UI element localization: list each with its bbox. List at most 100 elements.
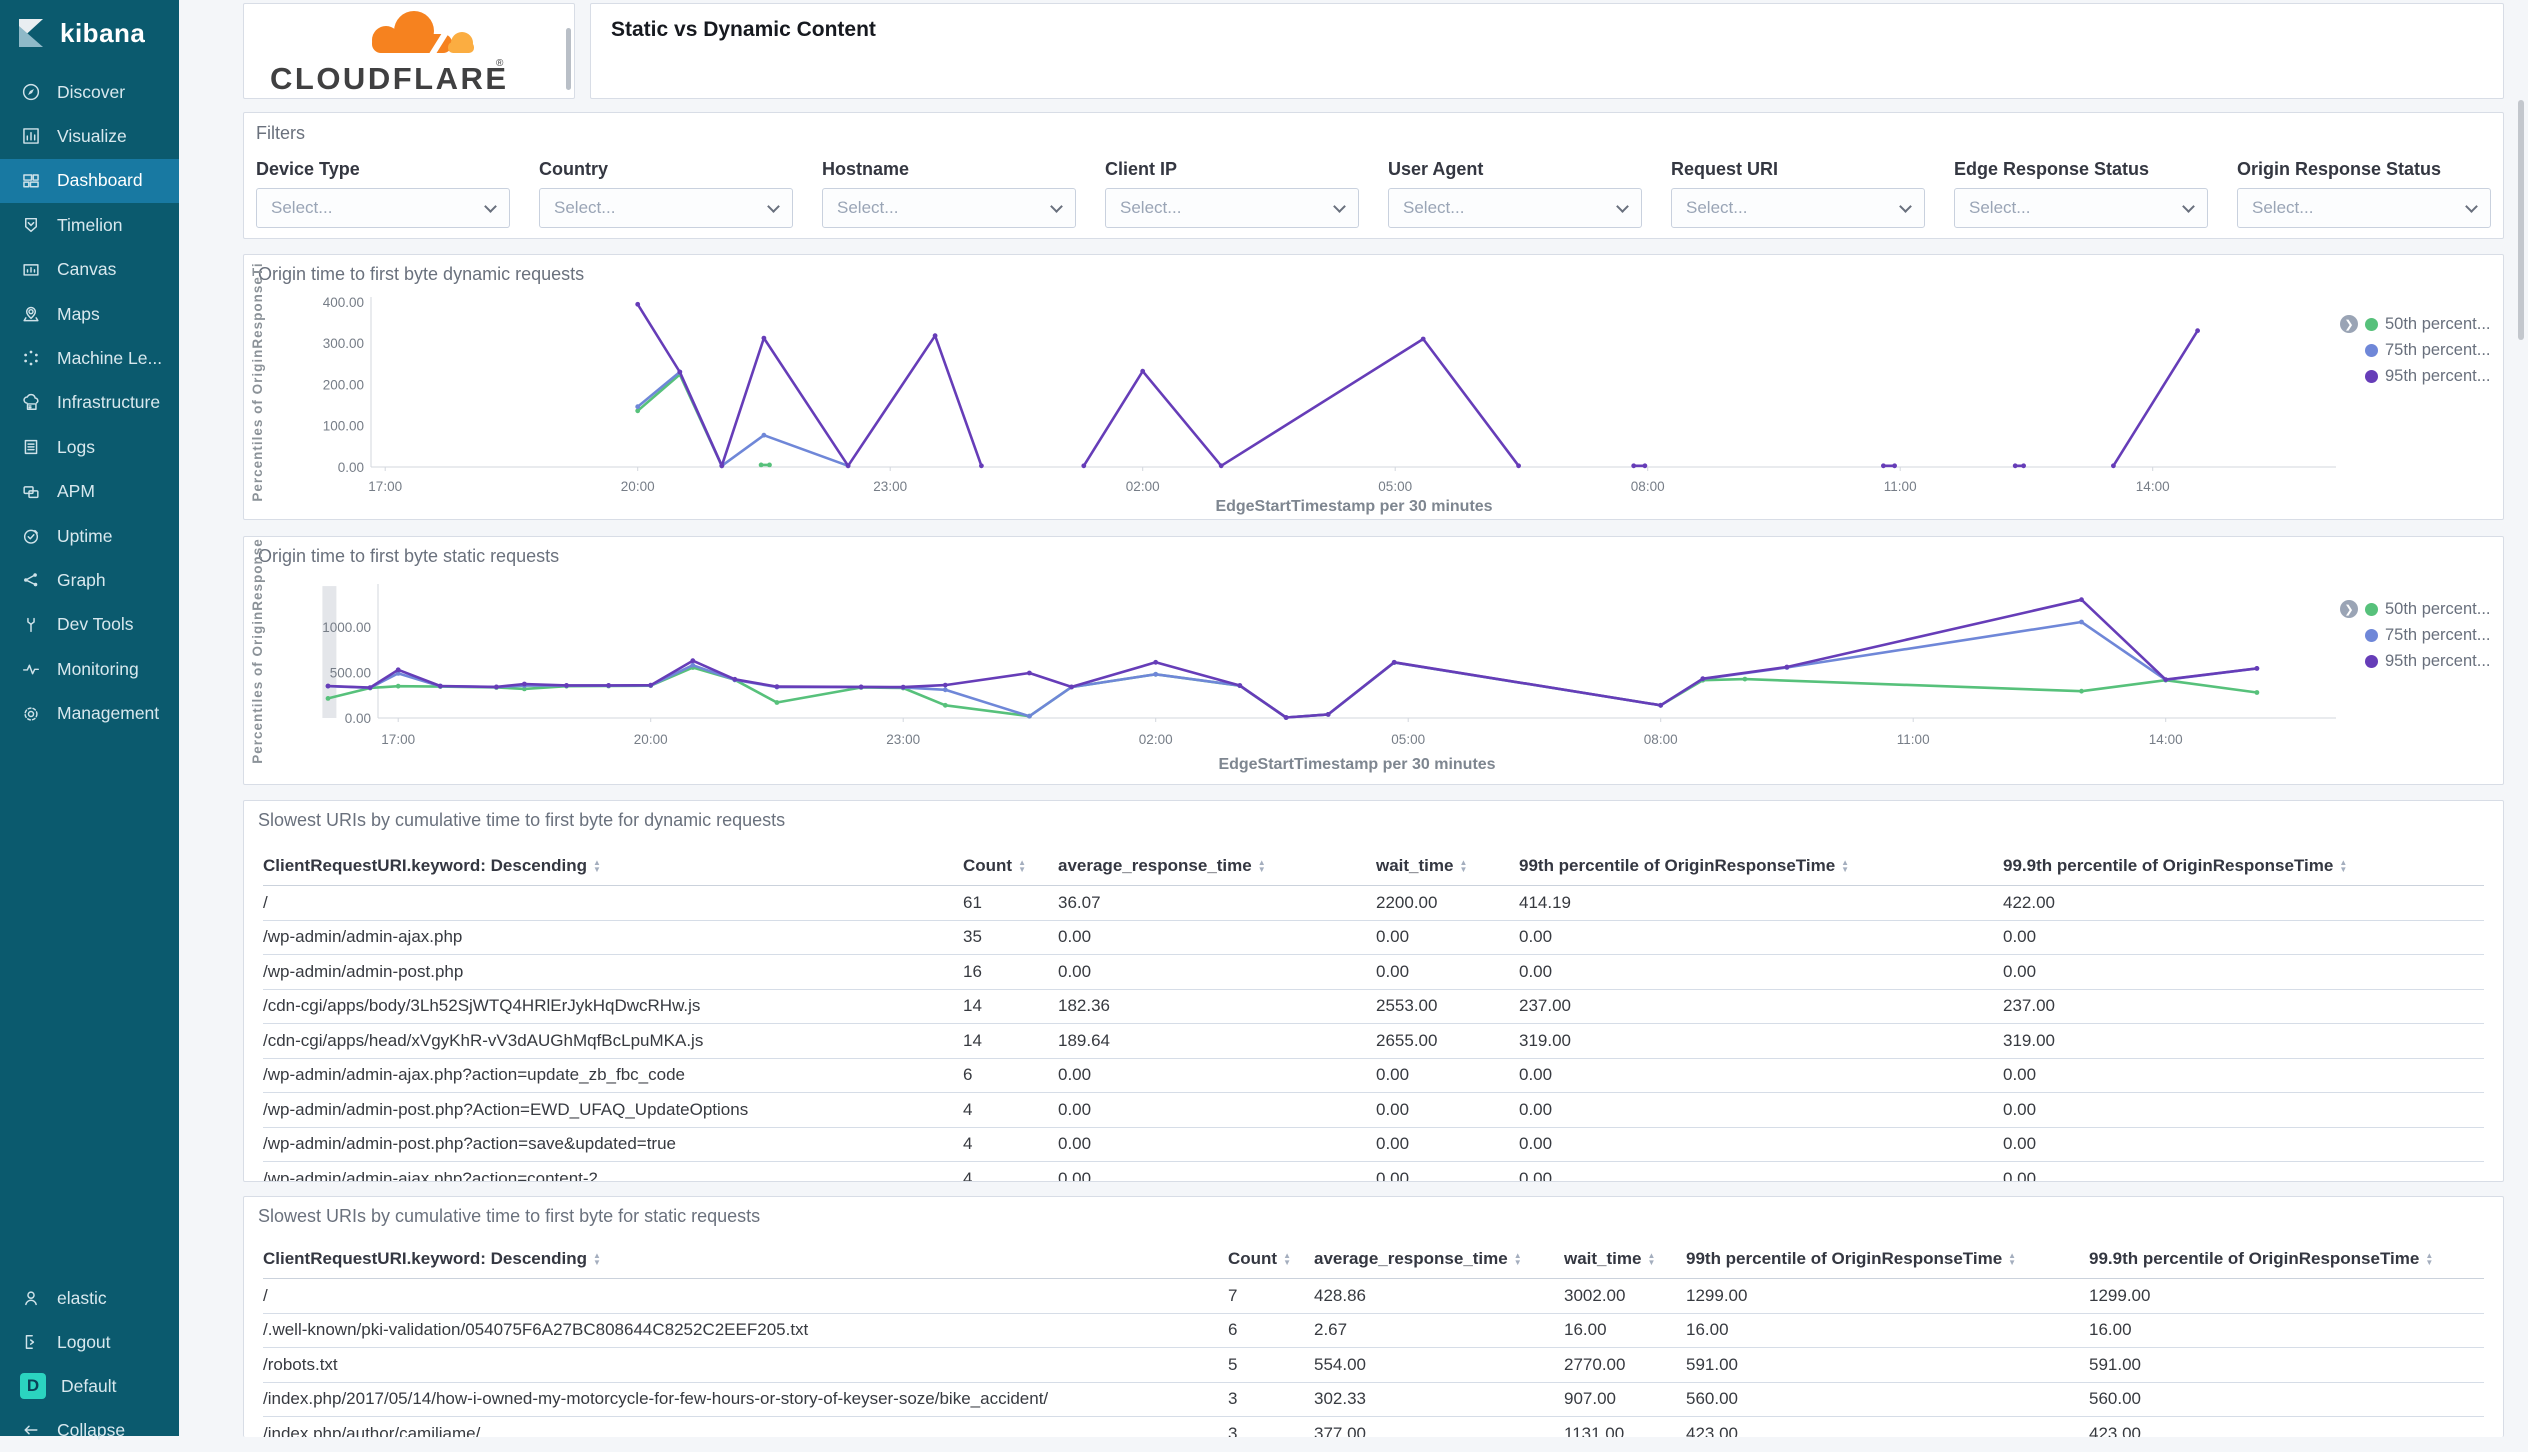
filter-select-client-ip[interactable]: Select... — [1105, 188, 1359, 228]
filter-label: Country — [539, 159, 793, 180]
sidebar-item-dashboard[interactable]: Dashboard — [0, 159, 179, 203]
sidebar-item-dev-tools[interactable]: Dev Tools — [0, 603, 179, 647]
filter-select-country[interactable]: Select... — [539, 188, 793, 228]
cloudflare-logo: CLOUDFLARE ® — [264, 4, 575, 98]
legend-item[interactable]: 75th percent... — [2340, 622, 2504, 648]
legend-color-dot — [2365, 318, 2378, 331]
data-point — [1421, 337, 1426, 342]
value-cell: 0.00 — [1058, 1169, 1376, 1182]
data-point — [635, 302, 640, 307]
column-header-5[interactable]: 99.9th percentile of OriginResponseTime▲… — [2003, 856, 2484, 876]
legend-label: 75th percent... — [2385, 626, 2491, 645]
value-cell: 2770.00 — [1564, 1355, 1686, 1375]
data-point — [564, 683, 569, 688]
data-point — [396, 684, 401, 689]
filter-group-hostname: HostnameSelect... — [822, 159, 1076, 228]
value-cell: 0.00 — [1519, 1100, 2003, 1120]
x-tick-label: 08:00 — [1631, 479, 1665, 494]
legend-item[interactable]: 75th percent... — [2340, 337, 2504, 363]
kibana-home-link[interactable]: kibana — [0, 0, 179, 66]
data-point — [775, 700, 780, 705]
filter-select-device-type[interactable]: Select... — [256, 188, 510, 228]
page-scrollbar-thumb[interactable] — [2518, 100, 2524, 340]
column-header-2[interactable]: average_response_time▲▼ — [1314, 1249, 1564, 1269]
legend-item[interactable]: ❯50th percent... — [2340, 596, 2504, 622]
sidebar-item-elastic[interactable]: elastic — [0, 1276, 179, 1320]
legend-item[interactable]: 95th percent... — [2340, 363, 2504, 389]
uri-cell: /index.php/author/camiliame/ — [263, 1424, 1228, 1437]
value-cell: 319.00 — [2003, 1031, 2484, 1051]
value-cell: 0.00 — [1376, 1100, 1519, 1120]
sidebar-item-default[interactable]: DDefault — [0, 1364, 179, 1408]
uri-cell: /wp-admin/admin-post.php?action=save&upd… — [263, 1134, 963, 1154]
legend-toggle-chevron-icon[interactable]: ❯ — [2340, 600, 2358, 618]
sidebar-item-apm[interactable]: APM — [0, 470, 179, 514]
filter-select-hostname[interactable]: Select... — [822, 188, 1076, 228]
data-point — [690, 663, 695, 668]
column-header-0[interactable]: ClientRequestURI.keyword: Descending▲▼ — [263, 856, 963, 876]
data-point — [522, 682, 527, 687]
column-header-3[interactable]: wait_time▲▼ — [1376, 856, 1519, 876]
data-point — [2013, 463, 2018, 468]
y-tick-label: 100.00 — [323, 419, 364, 434]
value-cell: 6 — [963, 1065, 1058, 1085]
data-point — [2079, 620, 2084, 625]
value-cell: 61 — [963, 893, 1058, 913]
data-point — [2255, 666, 2260, 671]
sidebar-item-label: Infrastructure — [57, 392, 160, 413]
column-header-4[interactable]: 99th percentile of OriginResponseTime▲▼ — [1519, 856, 2003, 876]
value-cell: 4 — [963, 1134, 1058, 1154]
filter-placeholder: Select... — [271, 198, 486, 218]
sidebar-item-machine-le[interactable]: Machine Le... — [0, 336, 179, 380]
sidebar-item-logs[interactable]: Logs — [0, 425, 179, 469]
table-row: /wp-admin/admin-ajax.php350.000.000.000.… — [263, 921, 2484, 956]
sidebar-item-label: Visualize — [57, 126, 127, 147]
value-cell: 36.07 — [1058, 893, 1376, 913]
sidebar-item-monitoring[interactable]: Monitoring — [0, 647, 179, 691]
column-header-2[interactable]: average_response_time▲▼ — [1058, 856, 1376, 876]
sidebar-item-visualize[interactable]: Visualize — [0, 114, 179, 158]
legend-item[interactable]: 95th percent... — [2340, 648, 2504, 674]
column-header-5[interactable]: 99.9th percentile of OriginResponseTime▲… — [2089, 1249, 2484, 1269]
sidebar-item-uptime[interactable]: Uptime — [0, 514, 179, 558]
chart-legend: ❯50th percent... 75th percent... 95th perc… — [2340, 311, 2504, 389]
column-header-1[interactable]: Count▲▼ — [963, 856, 1058, 876]
value-cell: 2200.00 — [1376, 893, 1519, 913]
value-cell: 1299.00 — [1686, 1286, 2089, 1306]
sidebar-item-infrastructure[interactable]: Infrastructure — [0, 381, 179, 425]
value-cell: 3002.00 — [1564, 1286, 1686, 1306]
sidebar-item-discover[interactable]: Discover — [0, 70, 179, 114]
sidebar-item-management[interactable]: Management — [0, 692, 179, 736]
column-header-4[interactable]: 99th percentile of OriginResponseTime▲▼ — [1686, 1249, 2089, 1269]
uri-cell: /cdn-cgi/apps/head/xVgyKhR-vV3dAUGhMqfBc… — [263, 1031, 963, 1051]
sidebar-item-timelion[interactable]: Timelion — [0, 203, 179, 247]
column-header-label: average_response_time — [1058, 856, 1252, 876]
column-header-1[interactable]: Count▲▼ — [1228, 1249, 1314, 1269]
data-point — [1140, 369, 1145, 374]
sidebar-item-collapse[interactable]: Collapse — [0, 1408, 179, 1452]
filter-select-origin-response-status[interactable]: Select... — [2237, 188, 2491, 228]
x-tick-label: 11:00 — [1884, 479, 1917, 494]
sidebar-item-canvas[interactable]: Canvas — [0, 248, 179, 292]
data-point — [943, 687, 948, 692]
legend-toggle-chevron-icon[interactable]: ❯ — [2340, 315, 2358, 333]
filter-select-user-agent[interactable]: Select... — [1388, 188, 1642, 228]
data-table: ClientRequestURI.keyword: Descending▲▼Co… — [263, 1239, 2484, 1437]
data-table: ClientRequestURI.keyword: Descending▲▼Co… — [263, 846, 2484, 1182]
y-axis-title: Percentiles of OriginResponse — [250, 538, 265, 764]
table-row: /.well-known/pki-validation/054075F6A27B… — [263, 1314, 2484, 1349]
value-cell: 377.00 — [1314, 1424, 1564, 1437]
sidebar-item-logout[interactable]: Logout — [0, 1320, 179, 1364]
panel-scrollbar-thumb[interactable] — [566, 28, 571, 90]
column-header-0[interactable]: ClientRequestURI.keyword: Descending▲▼ — [263, 1249, 1228, 1269]
sidebar-item-graph[interactable]: Graph — [0, 558, 179, 602]
legend-item[interactable]: ❯50th percent... — [2340, 311, 2504, 337]
series-line — [328, 622, 2257, 718]
column-header-3[interactable]: wait_time▲▼ — [1564, 1249, 1686, 1269]
data-point — [1700, 676, 1705, 681]
filter-select-request-uri[interactable]: Select... — [1671, 188, 1925, 228]
sort-icon: ▲▼ — [1514, 1252, 1522, 1266]
sidebar-item-maps[interactable]: Maps — [0, 292, 179, 336]
filter-select-edge-response-status[interactable]: Select... — [1954, 188, 2208, 228]
legend-label: 75th percent... — [2385, 341, 2491, 360]
